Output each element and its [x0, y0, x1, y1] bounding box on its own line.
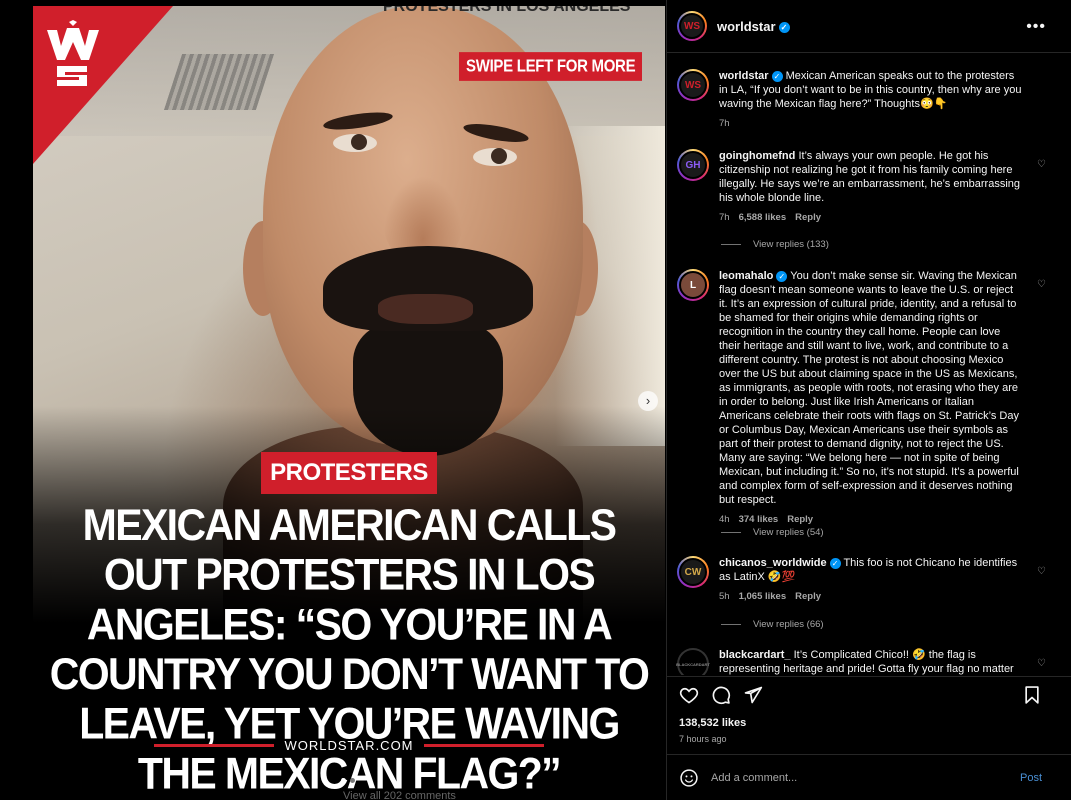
- avatar[interactable]: L: [677, 269, 709, 301]
- verified-badge-icon: ✓: [771, 70, 783, 82]
- heart-icon[interactable]: ♡: [1037, 566, 1046, 577]
- caption-time: 7h: [719, 118, 730, 129]
- view-replies-button[interactable]: View replies (66): [721, 619, 824, 630]
- bookmark-icon[interactable]: [1022, 685, 1042, 705]
- comment-likes[interactable]: 6,588 likes: [739, 211, 787, 225]
- mouth: [378, 294, 473, 324]
- reply-button[interactable]: Reply: [787, 513, 813, 527]
- verified-badge-icon: ✓: [778, 21, 790, 33]
- add-comment-bar: Post: [667, 754, 1071, 800]
- view-all-comments-link[interactable]: View all 202 comments: [343, 790, 456, 800]
- avatar-text: L: [679, 271, 707, 299]
- avatar[interactable]: GH: [677, 149, 709, 181]
- view-replies-label: View replies (54): [753, 527, 824, 538]
- heart-icon[interactable]: ♡: [1037, 159, 1046, 170]
- avatar-text: GH: [679, 151, 707, 179]
- heart-icon[interactable]: [679, 685, 699, 705]
- carousel-dot-active: [341, 778, 346, 783]
- comment-time: 4h: [719, 514, 730, 525]
- view-replies-label: View replies (66): [753, 619, 824, 630]
- post-timestamp: 7 hours ago: [679, 734, 727, 744]
- comment-username[interactable]: blackcardart_: [719, 649, 791, 661]
- caption: WS worldstar ✓ Mexican American speaks ou…: [677, 69, 1062, 131]
- comment-username[interactable]: goinghomefnd: [719, 150, 795, 162]
- avatar-text: BLACKCARDART: [676, 650, 710, 675]
- eye-right: [473, 148, 517, 166]
- heart-icon[interactable]: ♡: [1037, 279, 1046, 290]
- header-username-text: worldstar: [717, 18, 776, 34]
- worldstar-avatar-logo: WS: [679, 13, 705, 39]
- site-name: WORLDSTAR.COM: [284, 737, 414, 753]
- instagram-post-modal: PROTESTERS IN LOS ANGELES SWIPE LEFT FOR…: [0, 0, 1071, 800]
- post-media[interactable]: PROTESTERS IN LOS ANGELES SWIPE LEFT FOR…: [33, 6, 665, 800]
- ceiling-vent: [163, 54, 275, 110]
- post-button[interactable]: Post: [1020, 772, 1042, 784]
- peek-text-top: PROTESTERS IN LOS ANGELES: [383, 6, 631, 15]
- category-tag: PROTESTERS: [261, 452, 437, 494]
- heart-icon[interactable]: ♡: [1037, 658, 1046, 669]
- avatar[interactable]: WS: [677, 69, 709, 101]
- divider-right: [423, 743, 544, 747]
- more-horizontal-icon[interactable]: •••: [1026, 18, 1046, 36]
- comment-item: CW chicanos_worldwide ✓ This foo is not C…: [677, 556, 1062, 604]
- site-footer: WORLDSTAR.COM: [33, 736, 665, 754]
- post-header: WS worldstar ✓ •••: [667, 0, 1071, 53]
- comment-username[interactable]: chicanos_worldwide: [719, 557, 827, 569]
- eye-left: [333, 134, 377, 152]
- carousel-dots: [341, 778, 355, 783]
- chevron-right-icon[interactable]: ›: [638, 391, 658, 411]
- avatar-text: CW: [679, 558, 707, 586]
- avatar[interactable]: WS: [677, 11, 707, 41]
- view-replies-button[interactable]: View replies (133): [721, 239, 829, 250]
- divider: [721, 624, 741, 625]
- comment-icon[interactable]: [711, 685, 731, 705]
- like-count[interactable]: 138,532 likes: [679, 717, 746, 729]
- verified-badge-icon: ✓: [829, 557, 841, 569]
- view-replies-button[interactable]: View replies (54): [721, 527, 824, 538]
- reply-button[interactable]: Reply: [795, 211, 821, 225]
- share-icon[interactable]: [743, 685, 763, 705]
- comment-input[interactable]: [711, 771, 1011, 784]
- divider: [721, 532, 741, 533]
- worldstar-logo-icon: [47, 20, 99, 86]
- action-icons: [679, 685, 763, 705]
- worldstar-avatar-logo: WS: [679, 71, 707, 99]
- comment-username[interactable]: leomahalo: [719, 270, 773, 282]
- emoji-icon[interactable]: [679, 768, 699, 788]
- comment-time: 7h: [719, 212, 730, 223]
- caption-username[interactable]: worldstar: [719, 70, 769, 82]
- carousel-dot: [350, 778, 355, 783]
- comment-item: GH goinghomefnd It’s always your own peo…: [677, 149, 1062, 225]
- divider-left: [154, 743, 275, 747]
- comment-likes[interactable]: 374 likes: [739, 513, 779, 527]
- post-sidebar: WS worldstar ✓ ••• WS worldstar ✓ Mexican …: [666, 0, 1071, 800]
- avatar[interactable]: BLACKCARDART: [676, 648, 710, 675]
- header-username[interactable]: worldstar ✓: [717, 19, 790, 34]
- comment-time: 5h: [719, 591, 730, 602]
- comment-item: BLACKCARDART blackcardart_ It’s Complica…: [676, 648, 1062, 675]
- avatar[interactable]: CW: [677, 556, 709, 588]
- comment-text: You don’t make sense sir. Waving the Mex…: [719, 270, 1019, 506]
- view-replies-label: View replies (133): [753, 239, 829, 250]
- comment-likes[interactable]: 1,065 likes: [739, 590, 787, 604]
- verified-badge-icon: ✓: [776, 270, 788, 282]
- divider: [721, 244, 741, 245]
- comments-list[interactable]: WS worldstar ✓ Mexican American speaks ou…: [667, 54, 1071, 675]
- swipe-left-banner: SWIPE LEFT FOR MORE: [459, 52, 643, 81]
- comment-item: L leomahalo ✓ You don’t make sense sir. W…: [677, 269, 1062, 527]
- reply-button[interactable]: Reply: [795, 590, 821, 604]
